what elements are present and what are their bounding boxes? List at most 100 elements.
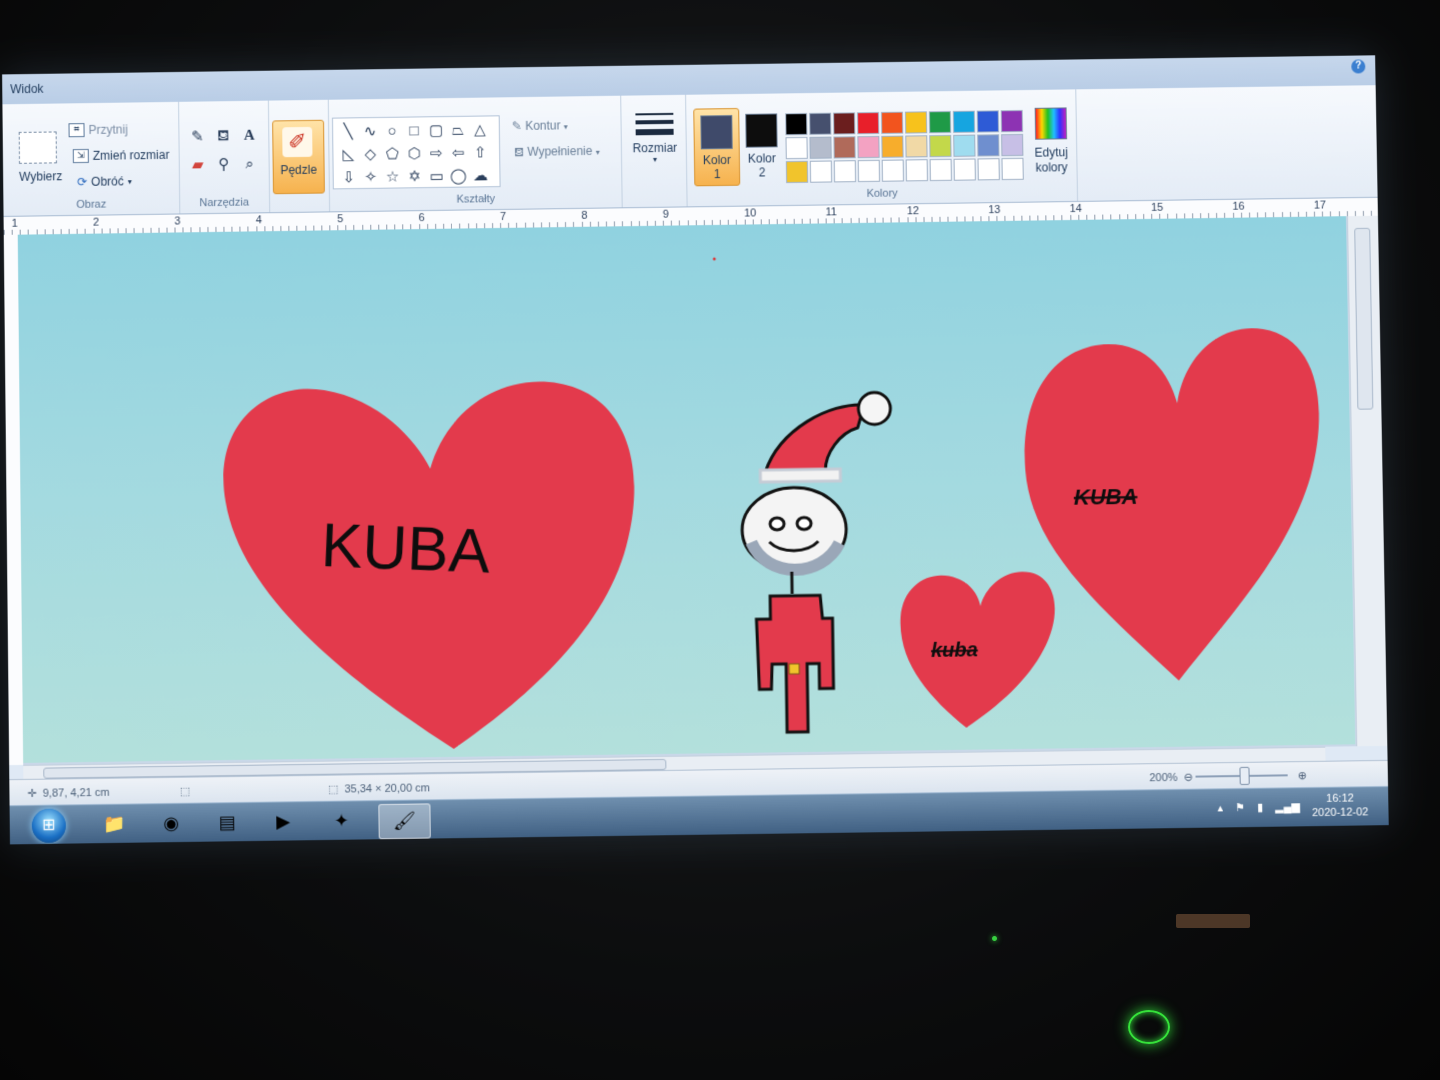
palette-swatch[interactable]	[881, 159, 904, 182]
arrow-right-shape-icon[interactable]: ⇨	[425, 142, 447, 165]
select-icon[interactable]	[18, 131, 57, 164]
color-picker-icon[interactable]: ⚲	[213, 153, 235, 175]
four-point-star-shape-icon[interactable]: ✧	[360, 166, 382, 189]
brush-icon: ✐	[282, 126, 313, 158]
zoom-out-icon[interactable]: ⊖	[1184, 771, 1193, 784]
rotate-button[interactable]: ⟳ Obróć ▾	[77, 174, 132, 189]
arrow-left-shape-icon[interactable]: ⇦	[447, 142, 469, 165]
palette-swatch[interactable]	[953, 158, 976, 181]
color2-button[interactable]: Kolor 2	[739, 107, 784, 183]
oval-callout-shape-icon[interactable]: ◯	[447, 165, 469, 188]
line-shape-icon[interactable]: ╲	[337, 120, 359, 143]
drawing-canvas[interactable]: KUBA kuba KUBA	[17, 216, 1356, 763]
diamond-shape-icon[interactable]: ◇	[359, 143, 381, 166]
vertical-scroll-thumb[interactable]	[1354, 227, 1374, 410]
show-hidden-icons-icon[interactable]: ▴	[1217, 801, 1224, 814]
ruler-number: 6	[418, 212, 425, 225]
five-point-star-shape-icon[interactable]: ☆	[381, 165, 403, 188]
palette-swatch[interactable]	[833, 160, 857, 183]
palette-swatch[interactable]	[929, 158, 952, 182]
cloud-callout-shape-icon[interactable]: ☁	[469, 164, 491, 187]
fill-bucket-icon[interactable]: ⛾	[212, 125, 234, 147]
pentagon-shape-icon[interactable]: ⬠	[381, 143, 403, 166]
text-tool-icon[interactable]: A	[238, 125, 260, 147]
monitor-stand-reflection	[1176, 914, 1250, 928]
explorer-taskbar-icon[interactable]: 📁	[90, 807, 140, 841]
size-icon	[635, 112, 674, 136]
six-point-star-shape-icon[interactable]: ✡	[403, 165, 425, 188]
zoom-slider-thumb[interactable]	[1239, 766, 1250, 786]
magnifier-icon[interactable]: ⌕	[239, 153, 261, 175]
palette-swatch[interactable]	[953, 134, 976, 157]
size-button[interactable]: Rozmiar ▾	[629, 109, 680, 189]
palette-swatch[interactable]	[977, 158, 1000, 181]
rectangle-shape-icon[interactable]: □	[403, 119, 425, 142]
heart-left-text: KUBA	[320, 511, 492, 587]
palette-swatch[interactable]	[1001, 157, 1024, 181]
palette-swatch[interactable]	[833, 112, 856, 135]
ruler-number: 14	[1069, 202, 1083, 216]
palette-swatch[interactable]	[785, 136, 808, 160]
palette-swatch[interactable]	[857, 159, 881, 183]
palette-swatch[interactable]	[976, 110, 1000, 133]
eraser-icon[interactable]: ▰	[187, 153, 209, 175]
rounded-rectangle-shape-icon[interactable]: ▢	[425, 119, 447, 142]
palette-swatch[interactable]	[809, 160, 833, 183]
tab-view[interactable]: Widok	[10, 82, 43, 96]
palette-swatch[interactable]	[928, 111, 952, 134]
resize-button[interactable]: ⇲ Zmień rozmiar	[72, 148, 169, 164]
palette-swatch[interactable]	[977, 134, 1000, 157]
pencil-icon[interactable]: ✎	[186, 125, 208, 147]
network-icon[interactable]: ▮	[1257, 800, 1263, 813]
edit-colors-button[interactable]: Edytuj kolory	[1023, 107, 1080, 176]
arrow-down-shape-icon[interactable]: ⇩	[338, 166, 360, 189]
select-button[interactable]: Wybierz	[19, 169, 62, 184]
curve-shape-icon[interactable]: ∿	[359, 120, 381, 143]
palette-swatch[interactable]	[1001, 133, 1024, 157]
chrome-taskbar-icon[interactable]: ◉	[146, 807, 196, 841]
help-icon[interactable]: ?	[1351, 59, 1366, 74]
zoom-in-icon[interactable]: ⊕	[1298, 769, 1307, 782]
palette-swatch[interactable]	[833, 136, 856, 159]
hexagon-shape-icon[interactable]: ⬡	[403, 142, 425, 165]
palette-swatch[interactable]	[952, 110, 976, 133]
power-button[interactable]	[1128, 1010, 1170, 1044]
canvas-dot	[713, 257, 717, 261]
flag-icon[interactable]: ⚑	[1235, 801, 1245, 814]
outline-button[interactable]: ✎ Kontur ▾	[512, 118, 568, 133]
clock[interactable]: 16:12 2020-12-02	[1312, 791, 1369, 820]
chevron-down-icon: ▾	[652, 154, 658, 164]
palette-swatch[interactable]	[785, 113, 808, 136]
canvas-area[interactable]: KUBA kuba KUBA	[17, 216, 1358, 765]
palette-swatch[interactable]	[809, 112, 832, 135]
chevron-down-icon: ▾	[563, 122, 568, 132]
palette-swatch[interactable]	[904, 111, 928, 134]
palette-swatch[interactable]	[809, 136, 832, 159]
start-button[interactable]: ⊞	[31, 808, 67, 844]
signal-icon[interactable]: ▂▄▆	[1275, 800, 1300, 813]
selection-icon: ⬚	[179, 785, 191, 798]
palette-swatch[interactable]	[881, 135, 904, 158]
palette-swatch[interactable]	[905, 159, 928, 182]
palette-swatch[interactable]	[1000, 110, 1024, 133]
oval-shape-icon[interactable]: ○	[381, 120, 403, 143]
fill-button[interactable]: ⛾ Wypełnienie ▾	[514, 144, 600, 161]
arrow-up-shape-icon[interactable]: ⇧	[469, 141, 491, 164]
paint-taskbar-icon[interactable]: 🖌	[378, 803, 431, 840]
right-triangle-shape-icon[interactable]: ◺	[337, 143, 359, 166]
palette-swatch[interactable]	[785, 160, 809, 184]
palette-swatch[interactable]	[905, 135, 928, 158]
window-taskbar-icon[interactable]: ▤	[202, 806, 252, 840]
crop-button[interactable]: ⌗ Przytnij	[68, 122, 128, 138]
media-player-taskbar-icon[interactable]: ▶	[258, 805, 308, 839]
color1-button[interactable]: Kolor 1	[693, 107, 741, 187]
polygon-shape-icon[interactable]: ⏢	[447, 119, 469, 142]
palette-swatch[interactable]	[857, 112, 880, 135]
palette-swatch[interactable]	[857, 135, 880, 159]
rect-callout-shape-icon[interactable]: ▭	[425, 165, 447, 188]
palette-swatch[interactable]	[880, 111, 904, 134]
palette-swatch[interactable]	[929, 134, 952, 158]
triangle-shape-icon[interactable]: △	[469, 118, 491, 141]
app-taskbar-icon[interactable]: ✦	[316, 804, 366, 838]
brushes-button[interactable]: ✐ Pędzle	[272, 119, 325, 195]
